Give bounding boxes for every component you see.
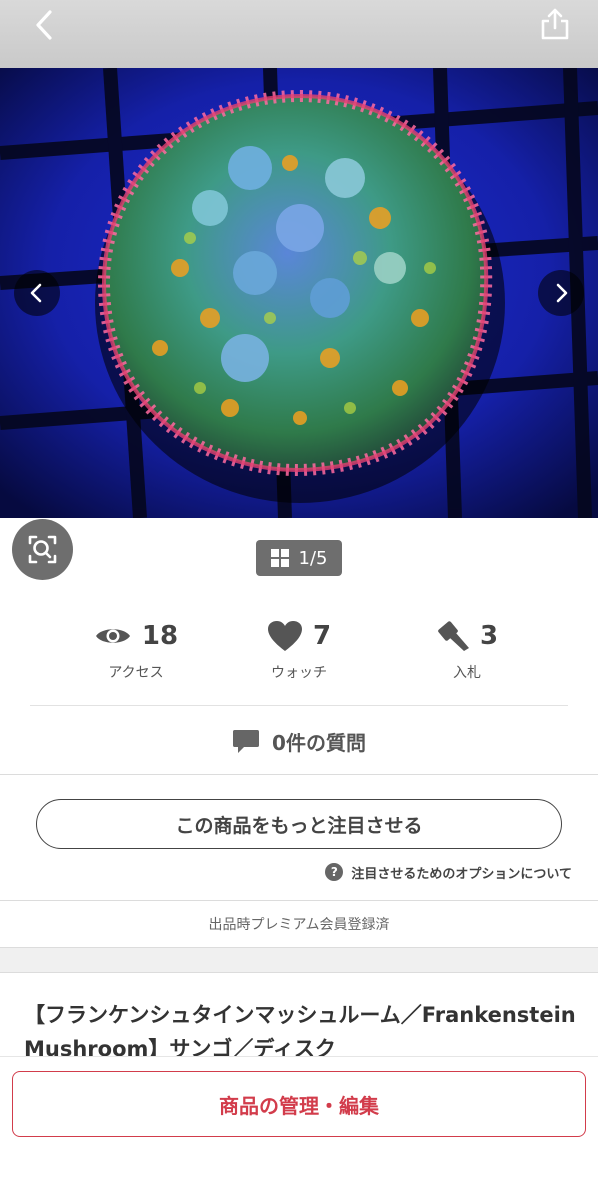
product-image[interactable] [0, 68, 598, 518]
image-counter[interactable]: 1/5 [256, 540, 342, 576]
access-stat: 18 アクセス [46, 612, 226, 682]
questions-link[interactable]: 0件の質問 [0, 712, 598, 770]
premium-status: 出品時プレミアム会員登録済 [208, 917, 390, 933]
access-count: 18 [141, 621, 179, 651]
watch-stat[interactable]: 7 ウォッチ [209, 612, 389, 682]
item-detail-page: 1/5 18 アクセス 7 ウォッチ 3 入札 0件の質問 この商品をもっと注目… [0, 0, 598, 1200]
watch-label: ウォッチ [271, 665, 327, 681]
image-search-icon [28, 535, 57, 564]
promote-options-link[interactable]: ? 注目させるためのオプションについて [325, 860, 572, 884]
item-title: 【フランケンシュタインマッシュルーム／Frankenstein Mushroom… [24, 1003, 576, 1056]
access-label: アクセス [108, 665, 164, 681]
bottom-action-bar: 商品の管理・編集 [0, 1056, 598, 1200]
eye-icon [95, 629, 130, 643]
share-icon [541, 8, 569, 40]
stats-row: 18 アクセス 7 ウォッチ 3 入札 [0, 612, 598, 692]
heart-icon [267, 621, 302, 651]
gavel-icon [438, 621, 469, 651]
grid-icon [270, 549, 289, 567]
watch-count: 7 [312, 621, 332, 651]
coral-photo [0, 68, 598, 518]
chat-bubble-icon [233, 730, 260, 753]
top-bar [0, 0, 598, 68]
image-counter-label: 1/5 [298, 547, 328, 569]
chevron-left-icon [30, 283, 42, 303]
promote-options-label: 注目させるためのオプションについて [351, 866, 572, 882]
previous-image-button[interactable] [14, 270, 60, 316]
back-button[interactable] [30, 8, 58, 42]
share-button[interactable] [538, 6, 572, 42]
chevron-left-icon [36, 10, 52, 40]
next-image-button[interactable] [538, 270, 584, 316]
image-search-button[interactable] [12, 519, 73, 580]
section-separator [0, 947, 598, 973]
questions-label: 0件の質問 [272, 730, 366, 755]
divider [0, 774, 598, 775]
question-circle-icon: ? [325, 863, 344, 881]
bid-stat[interactable]: 3 入札 [377, 612, 557, 682]
bid-label: 入札 [453, 665, 481, 681]
manage-edit-button[interactable]: 商品の管理・編集 [12, 1071, 586, 1137]
divider [30, 705, 568, 706]
bid-count: 3 [479, 621, 499, 651]
promote-item-button[interactable]: この商品をもっと注目させる [36, 799, 562, 849]
chevron-right-icon [556, 283, 568, 303]
